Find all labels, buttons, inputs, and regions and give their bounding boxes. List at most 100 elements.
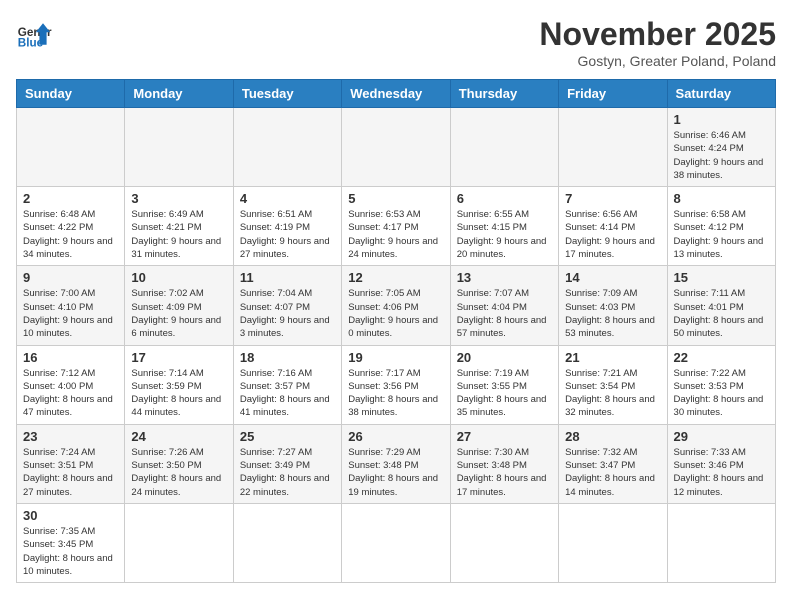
calendar-week-row: 1 Sunrise: 6:46 AM Sunset: 4:24 PM Daylig… xyxy=(17,108,776,187)
calendar-week-row: 2 Sunrise: 6:48 AM Sunset: 4:22 PM Daylig… xyxy=(17,187,776,266)
calendar-cell xyxy=(450,503,558,582)
weekday-header: Thursday xyxy=(450,80,558,108)
day-number: 29 xyxy=(674,429,769,444)
day-info: Sunrise: 6:46 AM Sunset: 4:24 PM Dayligh… xyxy=(674,129,769,182)
day-info: Sunrise: 7:16 AM Sunset: 3:57 PM Dayligh… xyxy=(240,367,335,420)
day-number: 10 xyxy=(131,270,226,285)
calendar-table: SundayMondayTuesdayWednesdayThursdayFrid… xyxy=(16,79,776,583)
weekday-header: Monday xyxy=(125,80,233,108)
day-number: 23 xyxy=(23,429,118,444)
calendar-cell: 19Sunrise: 7:17 AM Sunset: 3:56 PM Dayli… xyxy=(342,345,450,424)
calendar-cell: 11 Sunrise: 7:04 AM Sunset: 4:07 PM Dayli… xyxy=(233,266,341,345)
calendar-cell xyxy=(559,503,667,582)
calendar-cell xyxy=(233,108,341,187)
day-number: 9 xyxy=(23,270,118,285)
day-info: Sunrise: 7:21 AM Sunset: 3:54 PM Dayligh… xyxy=(565,367,660,420)
calendar-cell: 1 Sunrise: 6:46 AM Sunset: 4:24 PM Daylig… xyxy=(667,108,775,187)
day-number: 1 xyxy=(674,112,769,127)
location-title: Gostyn, Greater Poland, Poland xyxy=(539,53,776,69)
calendar-cell: 23Sunrise: 7:24 AM Sunset: 3:51 PM Dayli… xyxy=(17,424,125,503)
day-info: Sunrise: 7:05 AM Sunset: 4:06 PM Dayligh… xyxy=(348,287,443,340)
weekday-header: Sunday xyxy=(17,80,125,108)
day-info: Sunrise: 7:00 AM Sunset: 4:10 PM Dayligh… xyxy=(23,287,118,340)
calendar-cell: 10 Sunrise: 7:02 AM Sunset: 4:09 PM Dayli… xyxy=(125,266,233,345)
day-info: Sunrise: 7:29 AM Sunset: 3:48 PM Dayligh… xyxy=(348,446,443,499)
calendar-cell: 2 Sunrise: 6:48 AM Sunset: 4:22 PM Daylig… xyxy=(17,187,125,266)
day-info: Sunrise: 6:48 AM Sunset: 4:22 PM Dayligh… xyxy=(23,208,118,261)
day-number: 25 xyxy=(240,429,335,444)
day-number: 7 xyxy=(565,191,660,206)
day-info: Sunrise: 7:30 AM Sunset: 3:48 PM Dayligh… xyxy=(457,446,552,499)
calendar-cell xyxy=(667,503,775,582)
calendar-cell: 30 Sunrise: 7:35 AM Sunset: 3:45 PM Dayli… xyxy=(17,503,125,582)
calendar-cell: 12Sunrise: 7:05 AM Sunset: 4:06 PM Dayli… xyxy=(342,266,450,345)
day-number: 4 xyxy=(240,191,335,206)
day-info: Sunrise: 7:04 AM Sunset: 4:07 PM Dayligh… xyxy=(240,287,335,340)
day-info: Sunrise: 7:22 AM Sunset: 3:53 PM Dayligh… xyxy=(674,367,769,420)
day-info: Sunrise: 6:51 AM Sunset: 4:19 PM Dayligh… xyxy=(240,208,335,261)
day-number: 17 xyxy=(131,350,226,365)
day-info: Sunrise: 7:27 AM Sunset: 3:49 PM Dayligh… xyxy=(240,446,335,499)
day-number: 2 xyxy=(23,191,118,206)
calendar-week-row: 30 Sunrise: 7:35 AM Sunset: 3:45 PM Dayli… xyxy=(17,503,776,582)
page-header: General Blue November 2025 Gostyn, Great… xyxy=(16,16,776,69)
day-number: 11 xyxy=(240,270,335,285)
calendar-cell: 28Sunrise: 7:32 AM Sunset: 3:47 PM Dayli… xyxy=(559,424,667,503)
weekday-header: Saturday xyxy=(667,80,775,108)
day-number: 19 xyxy=(348,350,443,365)
title-area: November 2025 Gostyn, Greater Poland, Po… xyxy=(539,16,776,69)
month-title: November 2025 xyxy=(539,16,776,53)
day-number: 21 xyxy=(565,350,660,365)
day-number: 28 xyxy=(565,429,660,444)
calendar-cell: 21 Sunrise: 7:21 AM Sunset: 3:54 PM Dayli… xyxy=(559,345,667,424)
day-number: 16 xyxy=(23,350,118,365)
day-info: Sunrise: 7:02 AM Sunset: 4:09 PM Dayligh… xyxy=(131,287,226,340)
calendar-cell xyxy=(125,108,233,187)
calendar-cell: 29 Sunrise: 7:33 AM Sunset: 3:46 PM Dayli… xyxy=(667,424,775,503)
day-number: 24 xyxy=(131,429,226,444)
day-info: Sunrise: 6:56 AM Sunset: 4:14 PM Dayligh… xyxy=(565,208,660,261)
weekday-header: Friday xyxy=(559,80,667,108)
calendar-cell: 26 Sunrise: 7:29 AM Sunset: 3:48 PM Dayli… xyxy=(342,424,450,503)
day-info: Sunrise: 7:33 AM Sunset: 3:46 PM Dayligh… xyxy=(674,446,769,499)
day-number: 30 xyxy=(23,508,118,523)
day-info: Sunrise: 6:55 AM Sunset: 4:15 PM Dayligh… xyxy=(457,208,552,261)
day-number: 22 xyxy=(674,350,769,365)
day-info: Sunrise: 6:49 AM Sunset: 4:21 PM Dayligh… xyxy=(131,208,226,261)
day-info: Sunrise: 6:53 AM Sunset: 4:17 PM Dayligh… xyxy=(348,208,443,261)
day-info: Sunrise: 7:07 AM Sunset: 4:04 PM Dayligh… xyxy=(457,287,552,340)
logo-icon: General Blue xyxy=(16,16,52,52)
calendar-cell: 14 Sunrise: 7:09 AM Sunset: 4:03 PM Dayli… xyxy=(559,266,667,345)
calendar-cell xyxy=(450,108,558,187)
calendar-cell xyxy=(342,503,450,582)
weekday-header: Tuesday xyxy=(233,80,341,108)
calendar-cell xyxy=(233,503,341,582)
calendar-cell: 4 Sunrise: 6:51 AM Sunset: 4:19 PM Daylig… xyxy=(233,187,341,266)
calendar-week-row: 9 Sunrise: 7:00 AM Sunset: 4:10 PM Daylig… xyxy=(17,266,776,345)
day-number: 20 xyxy=(457,350,552,365)
day-info: Sunrise: 7:26 AM Sunset: 3:50 PM Dayligh… xyxy=(131,446,226,499)
day-info: Sunrise: 7:09 AM Sunset: 4:03 PM Dayligh… xyxy=(565,287,660,340)
calendar-week-row: 23Sunrise: 7:24 AM Sunset: 3:51 PM Dayli… xyxy=(17,424,776,503)
day-number: 27 xyxy=(457,429,552,444)
calendar-cell xyxy=(125,503,233,582)
day-number: 14 xyxy=(565,270,660,285)
calendar-header-row: SundayMondayTuesdayWednesdayThursdayFrid… xyxy=(17,80,776,108)
calendar-cell: 25 Sunrise: 7:27 AM Sunset: 3:49 PM Dayli… xyxy=(233,424,341,503)
day-info: Sunrise: 6:58 AM Sunset: 4:12 PM Dayligh… xyxy=(674,208,769,261)
day-number: 5 xyxy=(348,191,443,206)
day-number: 13 xyxy=(457,270,552,285)
calendar-cell: 6Sunrise: 6:55 AM Sunset: 4:15 PM Daylig… xyxy=(450,187,558,266)
calendar-cell: 15Sunrise: 7:11 AM Sunset: 4:01 PM Dayli… xyxy=(667,266,775,345)
calendar-cell xyxy=(559,108,667,187)
calendar-cell xyxy=(17,108,125,187)
day-number: 26 xyxy=(348,429,443,444)
weekday-header: Wednesday xyxy=(342,80,450,108)
calendar-cell: 27 Sunrise: 7:30 AM Sunset: 3:48 PM Dayli… xyxy=(450,424,558,503)
calendar-cell: 18Sunrise: 7:16 AM Sunset: 3:57 PM Dayli… xyxy=(233,345,341,424)
calendar-cell: 16Sunrise: 7:12 AM Sunset: 4:00 PM Dayli… xyxy=(17,345,125,424)
calendar-cell: 5 Sunrise: 6:53 AM Sunset: 4:17 PM Daylig… xyxy=(342,187,450,266)
calendar-cell xyxy=(342,108,450,187)
day-info: Sunrise: 7:35 AM Sunset: 3:45 PM Dayligh… xyxy=(23,525,118,578)
day-info: Sunrise: 7:19 AM Sunset: 3:55 PM Dayligh… xyxy=(457,367,552,420)
